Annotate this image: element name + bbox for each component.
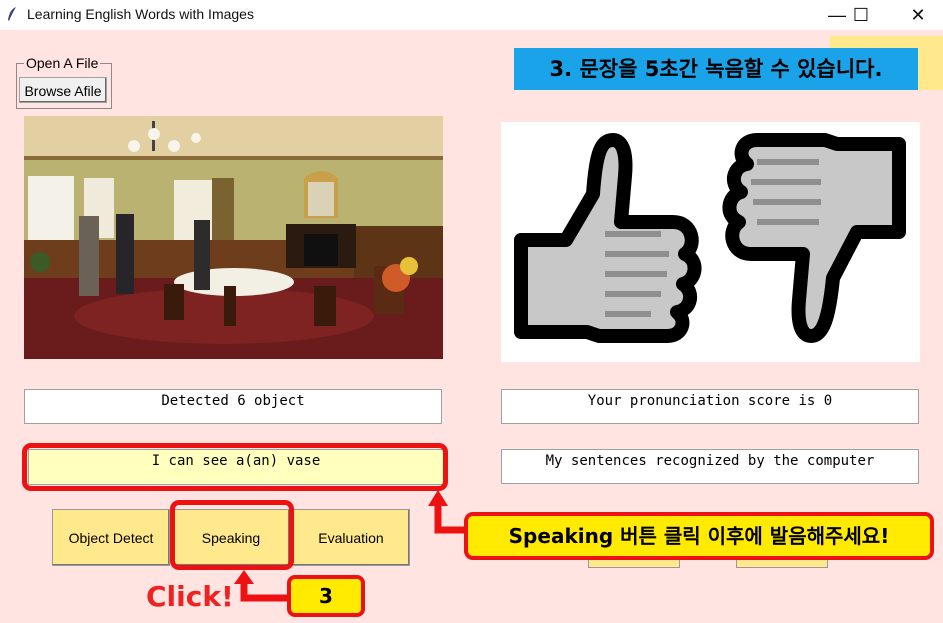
callout-arrow: [428, 490, 465, 534]
recognized-sentence-field: My sentences recognized by the computer: [501, 449, 919, 484]
window-title: Learning English Words with Images: [27, 6, 254, 22]
speaking-callout: Speaking 버튼 클릭 이후에 발음해주세요!: [464, 512, 934, 560]
score-field: Your pronunciation score is 0: [501, 389, 919, 424]
close-button[interactable]: ✕: [895, 0, 941, 30]
evaluation-button[interactable]: Evaluation: [292, 509, 410, 566]
thumbs-down-icon: [722, 133, 906, 343]
open-file-group: Open A File Browse Afile: [16, 55, 112, 109]
title-bar: Learning English Words with Images — ☐ ✕: [0, 0, 943, 30]
feedback-image: [501, 122, 920, 362]
feather-icon: [8, 7, 16, 21]
detected-objects-field: Detected 6 object: [24, 389, 442, 424]
object-detect-button[interactable]: Object Detect: [52, 509, 170, 566]
thumbs-up-icon: [514, 133, 702, 343]
instruction-banner: 3. 문장을 5초간 녹음할 수 있습니다.: [514, 48, 918, 90]
step-badge: 3: [287, 575, 365, 617]
sentence-highlight: [22, 443, 448, 491]
room-photo: [24, 116, 443, 359]
maximize-button[interactable]: ☐: [838, 0, 884, 30]
browse-file-button[interactable]: Browse Afile: [19, 77, 107, 103]
click-arrow: [234, 570, 288, 602]
speaking-highlight: [170, 500, 294, 570]
click-label: Click!: [146, 580, 234, 613]
open-file-label: Open A File: [24, 55, 101, 71]
